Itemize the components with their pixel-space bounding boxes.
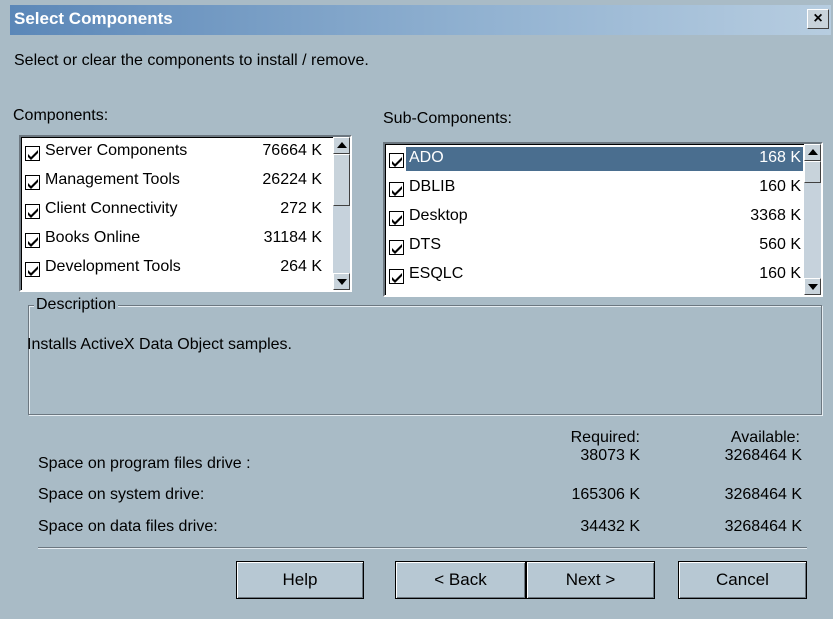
selection-highlight (406, 147, 803, 171)
space-system-available: 3268464 K (724, 486, 802, 503)
checkbox[interactable] (389, 182, 404, 197)
space-system-label: Space on system drive: (38, 486, 205, 503)
dialog-title: Select Components (14, 9, 173, 28)
help-button[interactable]: Help (236, 561, 364, 599)
next-button[interactable]: Next > (526, 561, 655, 599)
subcomponent-name: DTS (409, 236, 441, 253)
back-button[interactable]: < Back (395, 561, 526, 599)
scroll-up-button[interactable] (333, 137, 350, 154)
scroll-up-button[interactable] (804, 144, 821, 161)
required-header: Required: (570, 429, 640, 446)
subcomponent-name: ESQLC (409, 265, 464, 282)
check-icon (392, 157, 402, 167)
arrow-up-icon (808, 149, 818, 155)
subcomponent-size: 3368 K (750, 207, 801, 224)
component-name: Management Tools (45, 171, 180, 188)
component-size: 26224 K (262, 171, 322, 188)
subcomponent-size: 560 K (759, 236, 801, 253)
subcomponents-list[interactable]: ADO 168 K DBLIB 160 K Desktop 3368 K DTS… (383, 142, 823, 297)
scroll-thumb[interactable] (804, 161, 821, 183)
description-legend: Description (34, 296, 119, 314)
space-system-required: 165306 K (571, 486, 640, 503)
separator (38, 547, 807, 549)
checkbox[interactable] (25, 175, 40, 190)
instruction-text: Select or clear the components to instal… (14, 52, 369, 69)
subcomponent-name: ADO (409, 149, 444, 166)
select-components-dialog: Select Components × Select or clear the … (10, 5, 831, 617)
check-icon (28, 237, 38, 247)
space-program-available: 3268464 K (724, 447, 802, 464)
checkbox[interactable] (389, 269, 404, 284)
list-item[interactable]: DBLIB 160 K (385, 175, 821, 203)
component-size: 264 K (280, 258, 322, 275)
check-icon (392, 215, 402, 225)
list-item[interactable]: Server Components 76664 K (21, 139, 350, 167)
list-item[interactable]: Desktop 3368 K (385, 204, 821, 232)
arrow-down-icon (808, 284, 818, 290)
components-label: Components: (13, 107, 109, 124)
description-group (28, 305, 822, 415)
subcomponents-scrollbar[interactable] (804, 144, 821, 295)
close-icon: × (813, 10, 823, 27)
space-program-label: Space on program files drive : (38, 455, 251, 472)
available-header: Available: (730, 429, 800, 446)
component-name: Development Tools (45, 258, 181, 275)
checkbox[interactable] (25, 233, 40, 248)
list-item[interactable]: ESQLC 160 K (385, 262, 821, 290)
check-icon (28, 208, 38, 218)
checkbox[interactable] (25, 146, 40, 161)
arrow-down-icon (337, 279, 347, 285)
check-icon (392, 244, 402, 254)
space-data-required: 34432 K (580, 518, 640, 535)
space-program-required: 38073 K (580, 447, 640, 464)
title-bar[interactable]: Select Components × (10, 5, 831, 35)
subcomponent-size: 168 K (759, 149, 801, 166)
space-data-available: 3268464 K (724, 518, 802, 535)
subcomponent-name: DBLIB (409, 178, 456, 195)
check-icon (28, 179, 38, 189)
components-list[interactable]: Server Components 76664 K Management Too… (19, 135, 352, 292)
list-item[interactable]: Development Tools 264 K (21, 255, 350, 283)
subcomponent-size: 160 K (759, 265, 801, 282)
component-name: Books Online (45, 229, 141, 246)
scroll-down-button[interactable] (804, 278, 821, 295)
component-size: 76664 K (262, 142, 322, 159)
check-icon (28, 266, 38, 276)
subcomponent-size: 160 K (759, 178, 801, 195)
subcomponent-name: Desktop (409, 207, 468, 224)
description-text: Installs ActiveX Data Object samples. (27, 336, 292, 353)
list-item[interactable]: DTS 560 K (385, 233, 821, 261)
checkbox[interactable] (389, 240, 404, 255)
checkbox[interactable] (389, 153, 404, 168)
list-item[interactable]: Books Online 31184 K (21, 226, 350, 254)
arrow-up-icon (337, 142, 347, 148)
component-size: 31184 K (263, 229, 322, 246)
component-size: 272 K (280, 200, 322, 217)
cancel-button[interactable]: Cancel (678, 561, 807, 599)
checkbox[interactable] (25, 204, 40, 219)
close-button[interactable]: × (807, 9, 829, 29)
checkbox[interactable] (389, 211, 404, 226)
component-name: Server Components (45, 142, 188, 159)
component-name: Client Connectivity (45, 200, 178, 217)
check-icon (392, 273, 402, 283)
checkbox[interactable] (25, 262, 40, 277)
space-data-label: Space on data files drive: (38, 518, 218, 535)
check-icon (392, 186, 402, 196)
list-item-selected[interactable]: ADO 168 K (385, 146, 821, 174)
scroll-down-button[interactable] (333, 273, 350, 290)
list-item[interactable]: Client Connectivity 272 K (21, 197, 350, 225)
components-scrollbar[interactable] (333, 137, 350, 290)
scroll-thumb[interactable] (333, 154, 350, 206)
subcomponents-label: Sub-Components: (383, 110, 512, 127)
check-icon (28, 150, 38, 160)
list-item[interactable]: Management Tools 26224 K (21, 168, 350, 196)
